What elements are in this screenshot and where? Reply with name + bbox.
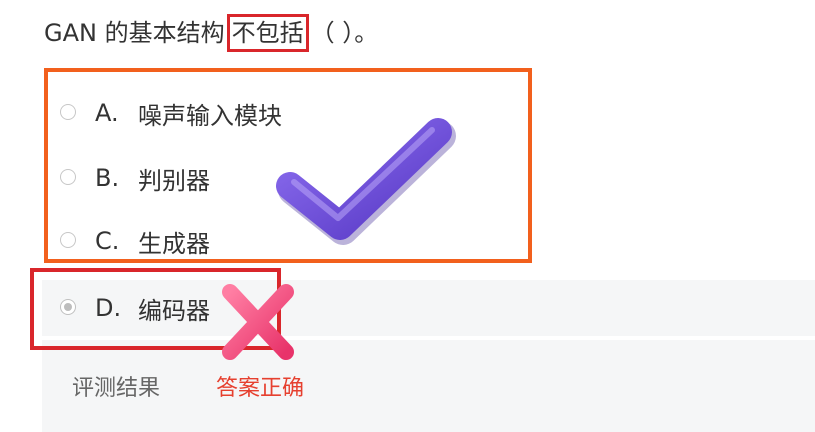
question-text: GAN 的基本结构 不包括（ ）。 [44, 14, 378, 52]
result-value: 答案正确 [216, 376, 305, 401]
check-icon [276, 118, 456, 245]
cross-icon [222, 284, 294, 360]
result-label: 评测结果 [72, 376, 161, 401]
question-prefix: GAN 的基本结构 [44, 19, 225, 47]
question-highlight: 不包括 [226, 14, 309, 52]
question-suffix: （ ）。 [310, 19, 379, 47]
